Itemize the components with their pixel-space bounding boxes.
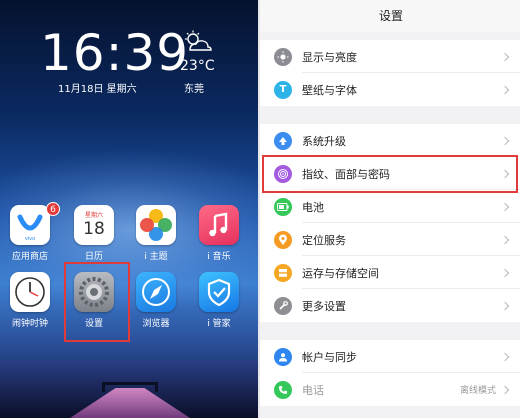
app-clock[interactable]: 闹钟时钟 [5, 272, 55, 329]
settings-item-display[interactable]: 显示与亮度 [260, 40, 520, 73]
chevron-right-icon [500, 352, 510, 361]
chevron-right-icon [500, 85, 510, 94]
chevron-right-icon [500, 385, 510, 394]
settings-item-label: 运存与存储空间 [302, 266, 379, 280]
theme-flower-icon [136, 205, 176, 245]
chevron-right-icon [500, 202, 510, 211]
compass-icon [136, 272, 176, 312]
settings-item-battery[interactable]: 电池 [260, 190, 520, 223]
chevron-right-icon [500, 52, 510, 61]
app-label: 闹钟时钟 [11, 319, 48, 329]
app-theme[interactable]: i 主题 [131, 205, 181, 262]
app-browser[interactable]: 浏览器 [131, 272, 181, 329]
settings-item-more[interactable]: 更多设置 [260, 289, 520, 322]
upgrade-icon [274, 131, 292, 150]
chevron-right-icon [500, 301, 510, 310]
app-label: i 管家 [207, 319, 231, 329]
location-icon [274, 230, 292, 249]
wrench-icon [274, 296, 292, 315]
shield-icon [199, 272, 239, 312]
battery-icon [274, 197, 292, 216]
storage-icon [274, 263, 292, 282]
home-screen: 16:39 11月18日 星期六 23°C 东莞 vivo 6 应用商店 星期六… [0, 0, 258, 418]
app-store-icon: vivo [10, 205, 50, 245]
settings-item-label: 显示与亮度 [302, 50, 357, 64]
app-manager[interactable]: i 管家 [194, 272, 244, 329]
app-label: 日历 [84, 252, 103, 262]
app-label: i 音乐 [207, 252, 231, 262]
settings-item-label: 壁纸与字体 [302, 83, 357, 97]
app-store[interactable]: vivo 6 应用商店 [5, 202, 60, 262]
settings-item-label: 电话 [302, 383, 324, 397]
city-name: 东莞 [184, 84, 204, 95]
settings-app-highlight [64, 262, 130, 342]
app-label: 应用商店 [11, 252, 48, 262]
settings-item-label: 定位服务 [302, 233, 346, 247]
partly-cloudy-icon [185, 30, 212, 51]
settings-item-storage[interactable]: 运存与存储空间 [260, 256, 520, 289]
settings-item-label: 更多设置 [302, 299, 346, 313]
settings-item-phone[interactable]: 电话 离线模式 [260, 373, 520, 406]
settings-item-label: 电池 [302, 200, 324, 214]
notification-badge: 6 [46, 202, 60, 216]
wallpaper-pavilion [102, 382, 158, 392]
font-icon: T [274, 80, 292, 99]
phone-icon [274, 380, 292, 399]
settings-screen: 设置 显示与亮度 T 壁纸与字体 系统升级 指纹、面部与密码 电池 定位服务 运… [258, 0, 520, 418]
settings-item-label: 系统升级 [302, 134, 346, 148]
account-icon [274, 347, 292, 366]
clock-date: 11月18日 星期六 [58, 84, 137, 95]
settings-item-account[interactable]: 帐户与同步 [260, 340, 520, 373]
calendar-weekday: 星期六 [84, 212, 103, 219]
app-calendar[interactable]: 星期六 18 日历 [69, 205, 119, 262]
calendar-day: 18 [83, 219, 105, 239]
settings-item-wallpaper[interactable]: T 壁纸与字体 [260, 73, 520, 106]
settings-item-location[interactable]: 定位服务 [260, 223, 520, 256]
fingerprint-row-highlight [262, 155, 518, 193]
temperature: 23°C [180, 58, 215, 74]
chevron-right-icon [500, 268, 510, 277]
app-label: i 主题 [144, 252, 168, 262]
music-note-icon [199, 205, 239, 245]
app-music[interactable]: i 音乐 [194, 205, 244, 262]
settings-item-upgrade[interactable]: 系统升级 [260, 124, 520, 157]
chevron-right-icon [500, 136, 510, 145]
chevron-right-icon [500, 235, 510, 244]
app-label: 浏览器 [142, 319, 170, 329]
calendar-icon: 星期六 18 [74, 205, 114, 245]
brightness-icon [274, 47, 292, 66]
clock-time[interactable]: 16:39 [40, 24, 189, 82]
svg-text:vivo: vivo [25, 236, 35, 242]
page-title: 设置 [260, 0, 520, 32]
settings-item-value: 离线模式 [459, 386, 496, 396]
clock-icon [10, 272, 50, 312]
settings-item-label: 帐户与同步 [302, 350, 357, 364]
